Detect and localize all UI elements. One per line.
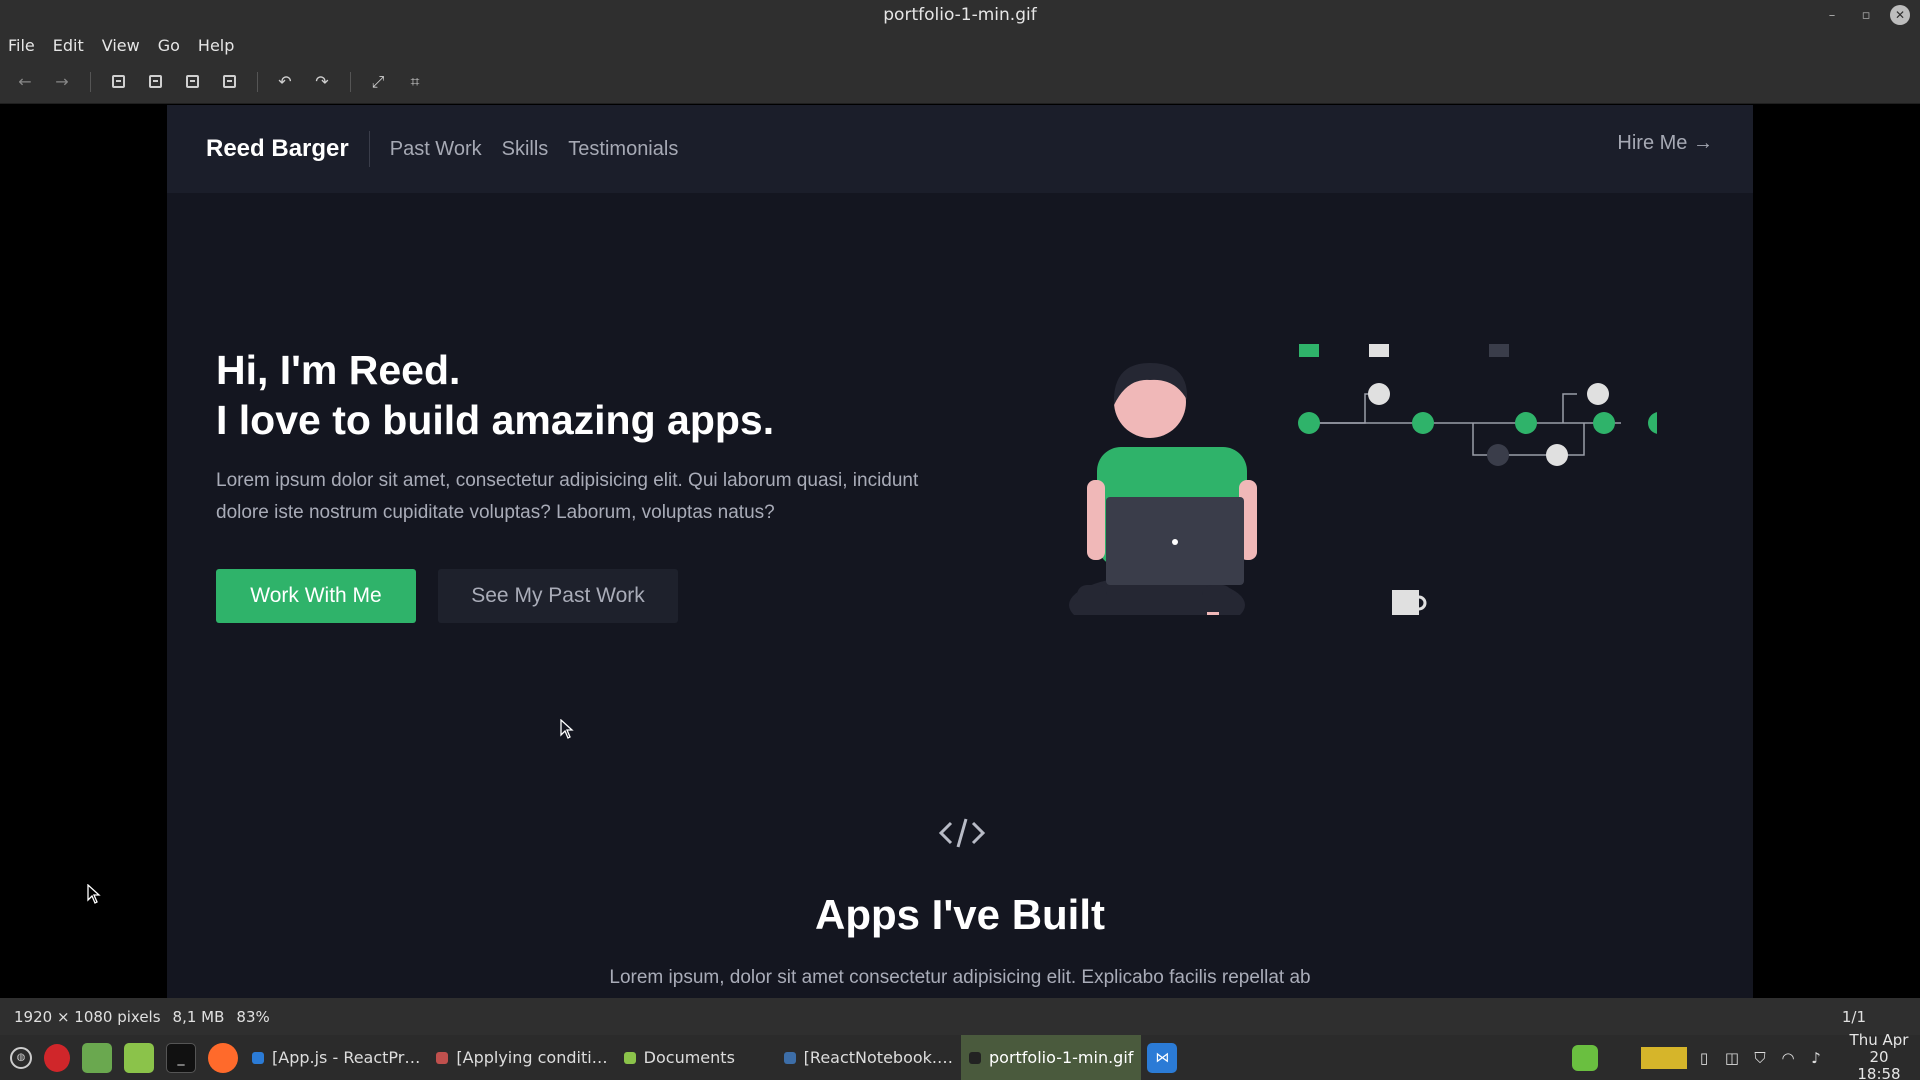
vscode-launcher-icon[interactable]: ⋈ <box>1147 1042 1178 1073</box>
opera-browser-icon[interactable] <box>44 1043 70 1072</box>
hero-line-2: I love to build amazing apps. <box>216 397 775 443</box>
wifi-icon[interactable]: ◠ <box>1777 1047 1799 1069</box>
window-title: portfolio-1-min.gif <box>883 5 1037 25</box>
hero-heading: Hi, I'm Reed. I love to build amazing ap… <box>216 345 774 445</box>
code-icon <box>938 818 986 848</box>
firefox-icon[interactable] <box>208 1042 238 1073</box>
nav-link-past-work: Past Work <box>389 137 482 160</box>
rotate-left-icon[interactable]: ↶ <box>272 69 298 95</box>
notebook-icon <box>783 1051 796 1064</box>
image-viewer[interactable]: Reed Barger Past Work Skills Testimonial… <box>0 104 1920 998</box>
hire-me-link: Hire Me → <box>1617 132 1713 154</box>
toolbar-separator <box>350 71 351 92</box>
coffee-mug-graphic <box>1392 590 1427 615</box>
clock-date: Thu Apr 20 <box>1849 1031 1909 1066</box>
toolbar: ← → ↶ ↷ ⤢ ⌗ <box>0 60 1920 104</box>
display-icon[interactable] <box>1641 1046 1687 1069</box>
zoom-original-icon[interactable] <box>216 69 242 95</box>
nav-link-testimonials: Testimonials <box>568 137 679 160</box>
taskbar: ◍ _ [App.js - ReactPr… [Applying conditi… <box>0 1032 1920 1080</box>
taskbar-window-vscode[interactable]: [App.js - ReactPr… <box>244 1035 428 1080</box>
update-icon[interactable]: ◫ <box>1721 1047 1743 1069</box>
vscode-icon <box>252 1051 264 1064</box>
toolbar-separator <box>257 71 258 92</box>
menu-file[interactable]: File <box>8 36 35 55</box>
menu-edit[interactable]: Edit <box>53 36 84 55</box>
rotate-right-icon[interactable]: ↷ <box>309 69 335 95</box>
browser-tab-icon <box>436 1051 449 1064</box>
work-with-me-button: Work With Me <box>216 569 416 623</box>
title-bar: portfolio-1-min.gif – ▫ ✕ <box>0 0 1920 30</box>
folder-icon[interactable] <box>124 1042 154 1073</box>
clock[interactable]: Thu Apr 20 18:58 <box>1838 1032 1920 1080</box>
flow-diagram-graphic <box>1298 344 1657 466</box>
zoom-in-icon[interactable] <box>142 69 168 95</box>
menu-help[interactable]: Help <box>198 36 234 55</box>
maximize-icon[interactable]: ▫ <box>1856 5 1876 25</box>
menu-go[interactable]: Go <box>158 36 180 55</box>
hero-paragraph: Lorem ipsum dolor sit amet, consectetur … <box>216 470 919 523</box>
forward-arrow-icon[interactable]: → <box>49 69 75 95</box>
fullscreen-icon[interactable]: ⤢ <box>365 69 391 95</box>
mouse-pointer-icon <box>87 884 101 904</box>
menu-bar: File Edit View Go Help <box>0 30 1920 60</box>
mouse-pointer-icon <box>560 719 574 739</box>
status-bar: 1920 × 1080 pixels 8,1 MB 83% 1/1 <box>0 998 1920 1035</box>
terminal-icon[interactable]: _ <box>166 1042 196 1073</box>
file-manager-icon[interactable] <box>82 1042 112 1073</box>
zoom-level: 83% <box>236 1007 270 1026</box>
app-tray-icon[interactable] <box>1572 1044 1598 1071</box>
image-dimensions: 1920 × 1080 pixels <box>14 1007 161 1026</box>
close-icon[interactable]: ✕ <box>1890 5 1910 25</box>
folder-icon <box>623 1051 636 1064</box>
page-counter: 1/1 <box>1841 1007 1866 1026</box>
minimize-icon[interactable]: – <box>1822 5 1842 25</box>
clock-time: 18:58 <box>1857 1065 1901 1080</box>
taskbar-window-browser[interactable]: [Applying conditi… <box>428 1035 615 1080</box>
zoom-fit-icon[interactable] <box>179 69 205 95</box>
section-heading: Apps I've Built <box>814 891 1106 938</box>
taskbar-window-image-viewer[interactable]: portfolio-1-min.gif <box>961 1035 1142 1080</box>
volume-icon[interactable]: ♪ <box>1805 1047 1827 1069</box>
start-menu-icon[interactable]: ◍ <box>10 1046 32 1069</box>
slideshow-icon[interactable]: ⌗ <box>402 69 428 95</box>
hero-line-1: Hi, I'm Reed. <box>216 347 461 393</box>
menu-view[interactable]: View <box>102 36 140 55</box>
person-graphic <box>1069 363 1257 615</box>
image-viewer-icon <box>969 1051 981 1064</box>
site-brand: Reed Barger <box>206 131 370 167</box>
nav-link-skills: Skills <box>501 137 549 160</box>
back-arrow-icon[interactable]: ← <box>12 69 38 95</box>
shield-icon[interactable]: ⛉ <box>1749 1047 1771 1069</box>
system-tray: ▯ ◫ ⛉ ◠ ♪ Thu Apr 20 18:58 <box>1569 1032 1920 1080</box>
clipboard-icon[interactable]: ▯ <box>1693 1047 1715 1069</box>
toolbar-separator <box>90 71 91 92</box>
taskbar-window-documents[interactable]: Documents <box>616 1035 776 1080</box>
developer-illustration <box>1069 344 1657 615</box>
see-past-work-button: See My Past Work <box>438 569 678 623</box>
zoom-out-icon[interactable] <box>105 69 131 95</box>
file-size: 8,1 MB <box>172 1007 225 1026</box>
site-navbar: Reed Barger Past Work Skills Testimonial… <box>167 105 1753 193</box>
window-controls: – ▫ ✕ <box>1822 5 1910 25</box>
taskbar-window-notebook[interactable]: [ReactNotebook.… <box>776 1035 961 1080</box>
section-paragraph: Lorem ipsum, dolor sit amet consectetur … <box>609 967 1311 988</box>
displayed-image: Reed Barger Past Work Skills Testimonial… <box>167 105 1753 998</box>
